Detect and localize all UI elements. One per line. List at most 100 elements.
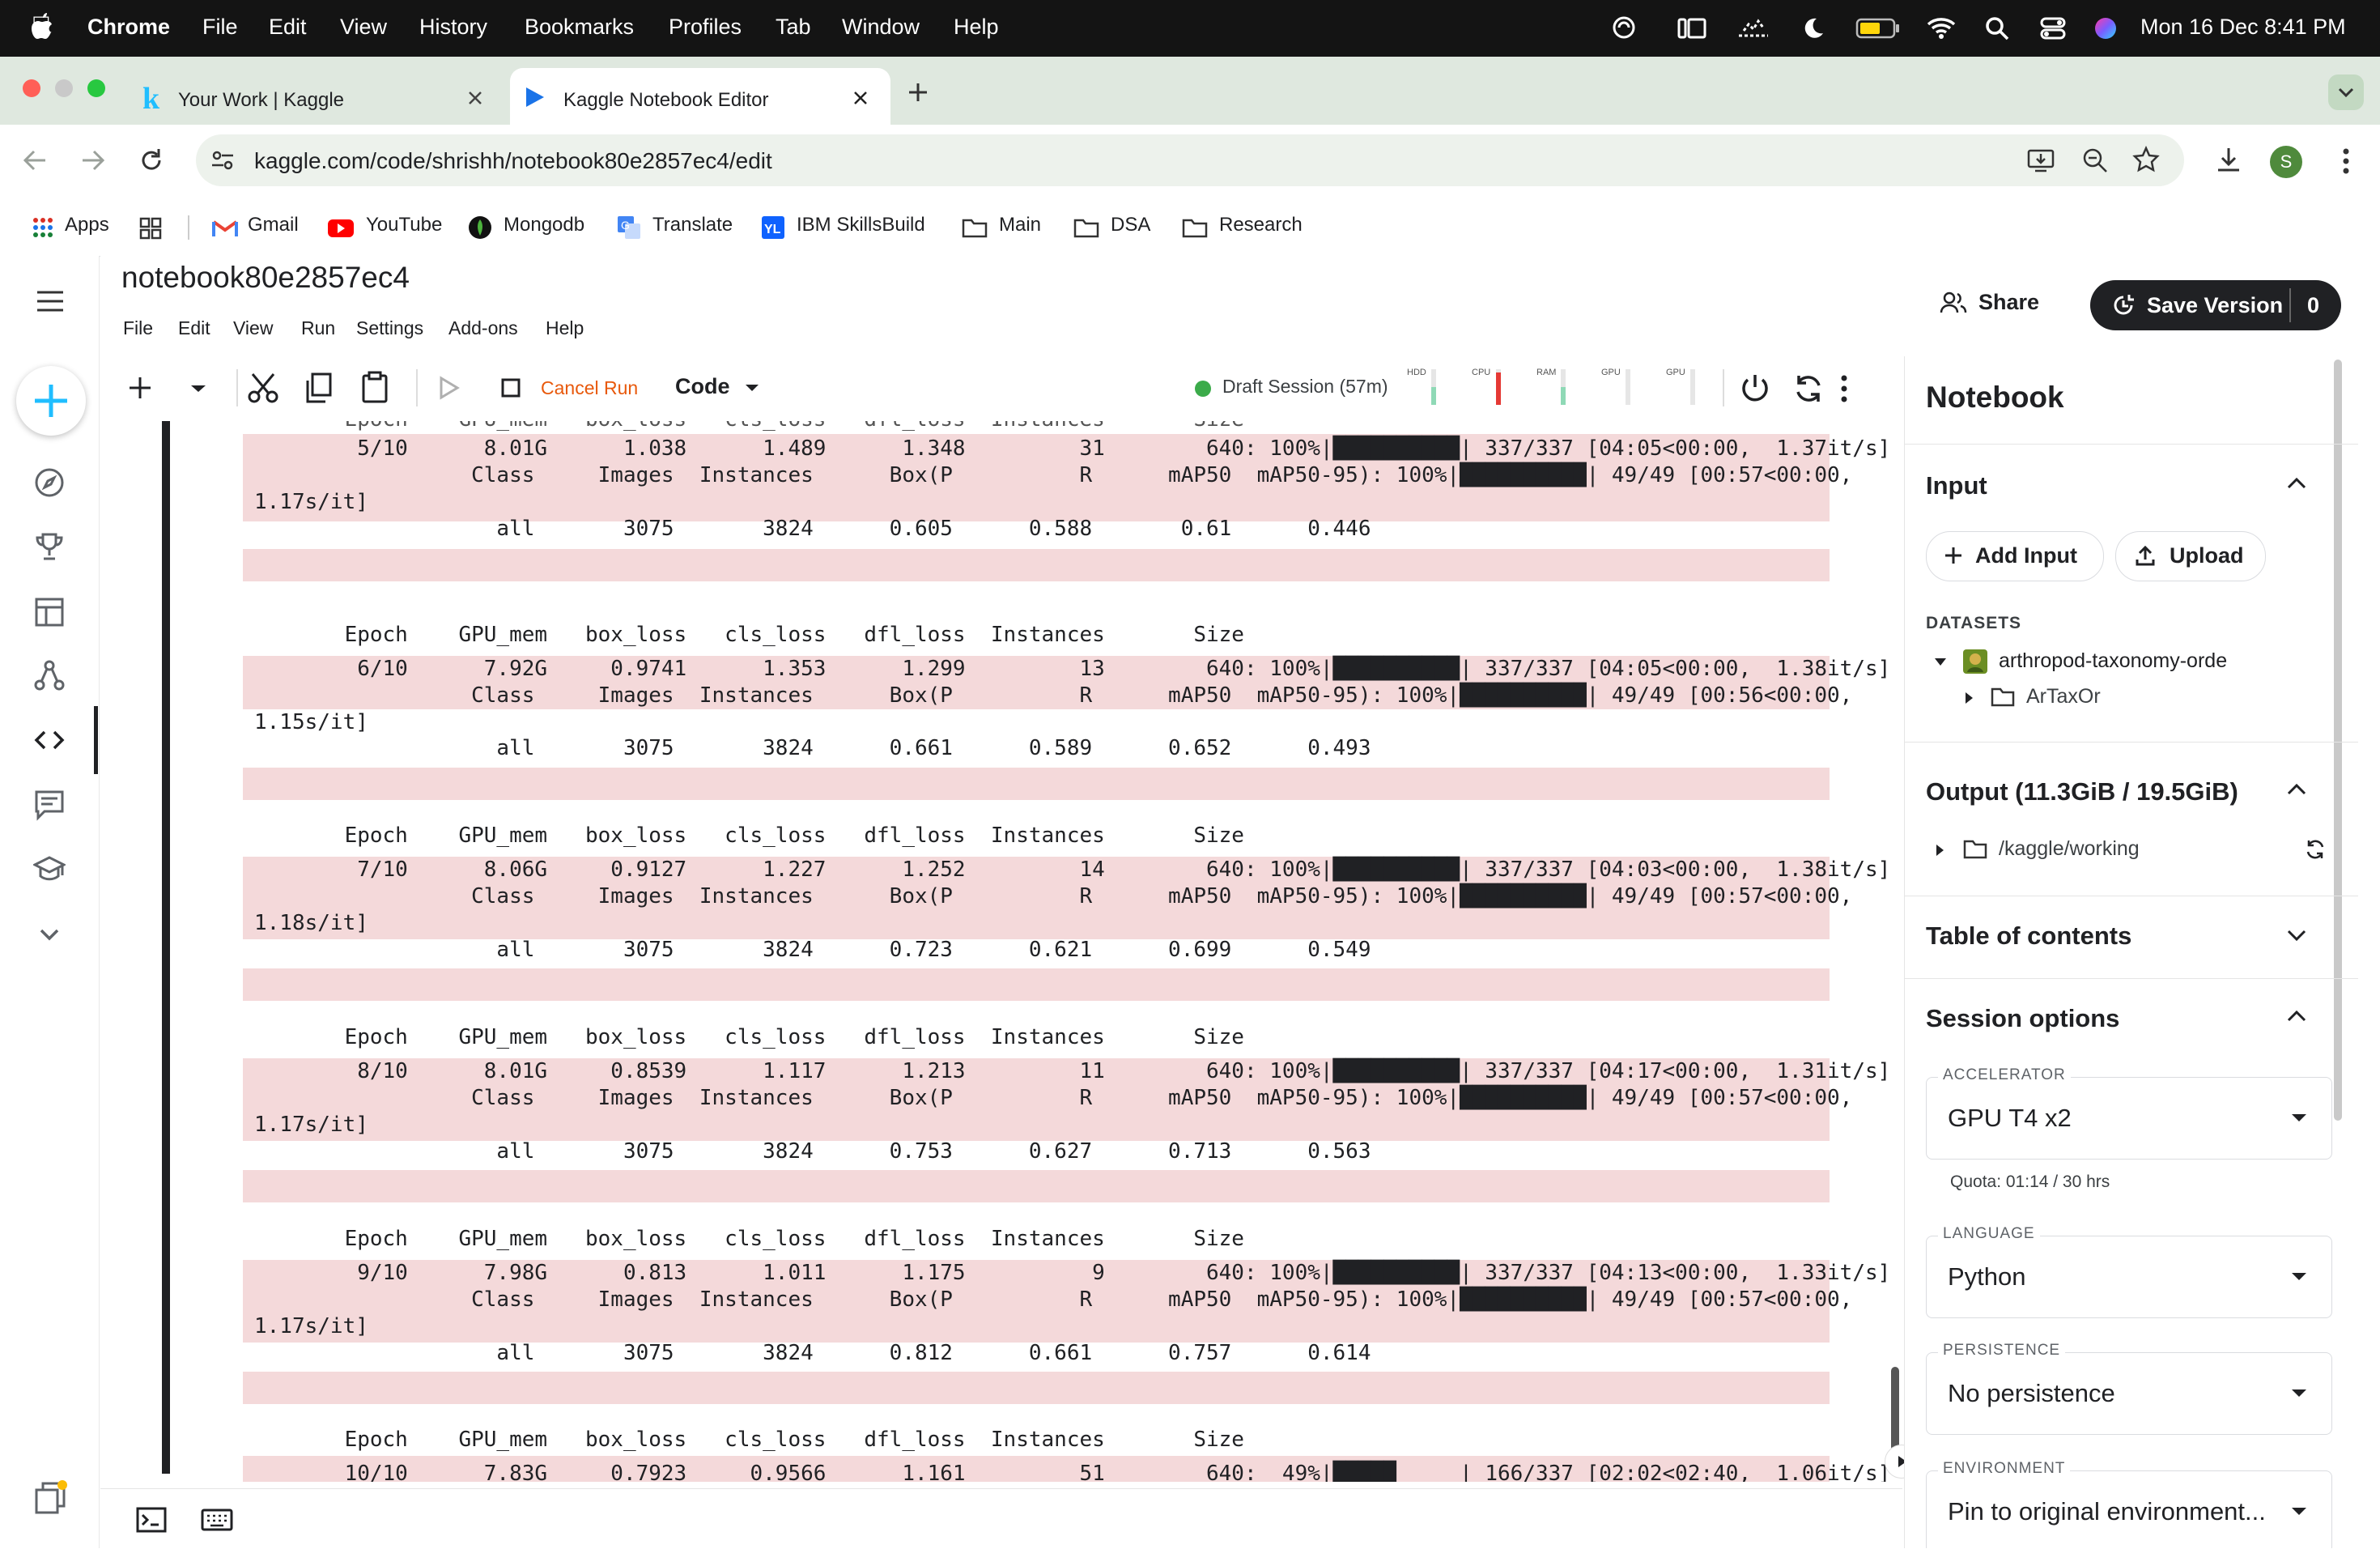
window-zoom-button[interactable] xyxy=(87,79,105,97)
address-bar[interactable]: kaggle.com/code/shrishh/notebook80e2857e… xyxy=(196,134,2184,186)
chevron-up-icon[interactable] xyxy=(2287,1009,2306,1022)
session-options-heading[interactable]: Session options xyxy=(1926,1004,2119,1033)
sync-status-icon[interactable] xyxy=(1613,16,1635,39)
notifications-copy-icon[interactable] xyxy=(33,1480,69,1516)
reload-icon[interactable] xyxy=(139,147,164,173)
nb-menu-help[interactable]: Help xyxy=(546,317,584,339)
window-close-button[interactable] xyxy=(23,79,40,97)
language-select[interactable]: LANGUAGE Python xyxy=(1926,1225,2332,1318)
add-input-button[interactable]: Add Input xyxy=(1926,531,2104,581)
datasets-table-icon[interactable] xyxy=(33,596,66,628)
keyboard-shortcuts-icon[interactable] xyxy=(201,1509,233,1531)
nb-menu-run[interactable]: Run xyxy=(301,317,335,339)
menubar-app-name[interactable]: Chrome xyxy=(87,15,170,40)
refresh-output-icon[interactable] xyxy=(2305,839,2326,860)
profile-avatar[interactable]: S xyxy=(2270,146,2302,178)
toc-section-heading[interactable]: Table of contents xyxy=(1926,921,2131,951)
nb-menu-edit[interactable]: Edit xyxy=(178,317,210,339)
add-cell-dropdown-icon[interactable] xyxy=(189,384,207,394)
forward-icon[interactable] xyxy=(81,149,105,172)
cell-output[interactable]: Epoch GPU_mem box_loss cls_loss dfl_loss… xyxy=(100,421,1902,1482)
bookmark-folder-main[interactable]: Main xyxy=(999,214,1041,236)
focus-moon-icon[interactable] xyxy=(1800,16,1825,40)
battery-icon[interactable] xyxy=(1855,18,1901,39)
dataset-name[interactable]: arthropod-taxonomy-orde xyxy=(1999,649,2227,673)
compass-icon[interactable] xyxy=(33,466,66,499)
nb-menu-addons[interactable]: Add-ons xyxy=(448,317,518,339)
bookmark-folder-research[interactable]: Research xyxy=(1219,214,1303,236)
menubar-bookmarks[interactable]: Bookmarks xyxy=(525,15,634,40)
bookmark-translate[interactable]: Translate xyxy=(652,214,733,236)
display-mirroring-icon[interactable] xyxy=(1677,18,1706,39)
tab-notebook-editor[interactable]: Kaggle Notebook Editor xyxy=(510,68,890,125)
back-icon[interactable] xyxy=(23,149,47,172)
tab-groups-icon[interactable] xyxy=(139,217,162,240)
control-center-icon[interactable] xyxy=(2040,16,2066,40)
bookmark-mongodb[interactable]: Mongodb xyxy=(504,214,584,236)
expand-tree-icon[interactable] xyxy=(1965,692,1974,704)
share-button[interactable]: Share xyxy=(1940,280,2061,326)
nb-menu-file[interactable]: File xyxy=(123,317,153,339)
tab-close-icon[interactable] xyxy=(853,91,868,105)
more-vert-icon[interactable] xyxy=(1839,374,1849,403)
paste-cell-icon[interactable] xyxy=(361,371,389,403)
persistence-select[interactable]: PERSISTENCE No persistence xyxy=(1926,1342,2332,1435)
nb-menu-settings[interactable]: Settings xyxy=(356,317,423,339)
chevron-up-icon[interactable] xyxy=(2287,782,2306,795)
cpu-meter[interactable]: CPU xyxy=(1472,363,1520,408)
save-version-button[interactable]: Save Version 0 xyxy=(2090,280,2341,330)
input-section-heading[interactable]: Input xyxy=(1926,471,1987,500)
accelerator-select[interactable]: ACCELERATOR GPU T4 x2 xyxy=(1926,1066,2332,1160)
wifi-icon[interactable] xyxy=(1927,16,1956,39)
new-tab-icon[interactable] xyxy=(907,81,929,104)
learn-icon[interactable] xyxy=(33,853,66,886)
window-minimize-button[interactable] xyxy=(55,79,73,97)
run-cell-icon[interactable] xyxy=(439,376,460,400)
activity-icon[interactable] xyxy=(1737,18,1770,39)
nb-menu-view[interactable]: View xyxy=(233,317,273,339)
expand-tree-icon[interactable] xyxy=(1936,844,1945,857)
ram-meter[interactable]: RAM xyxy=(1536,363,1585,408)
menubar-view[interactable]: View xyxy=(340,15,387,40)
cell-type-select[interactable]: Code xyxy=(675,374,730,399)
bookmark-youtube[interactable]: YouTube xyxy=(366,214,442,236)
siri-icon[interactable] xyxy=(2093,16,2118,40)
menubar-file[interactable]: File xyxy=(202,15,238,40)
menubar-window[interactable]: Window xyxy=(842,15,920,40)
output-scrollbar-thumb[interactable] xyxy=(1891,1367,1899,1451)
hdd-meter[interactable]: HDD xyxy=(1407,363,1456,408)
install-app-icon[interactable] xyxy=(2027,147,2055,173)
environment-select[interactable]: ENVIRONMENT Pin to original environment.… xyxy=(1926,1460,2332,1548)
models-icon[interactable] xyxy=(33,659,66,692)
downloads-icon[interactable] xyxy=(2215,146,2242,173)
code-icon[interactable] xyxy=(33,724,66,756)
power-icon[interactable] xyxy=(1739,372,1771,405)
chevron-down-icon[interactable] xyxy=(2287,930,2306,943)
tab-your-work[interactable]: k Your Work | Kaggle xyxy=(128,68,500,125)
console-icon[interactable] xyxy=(136,1507,167,1533)
cancel-run-button[interactable]: Cancel Run xyxy=(541,377,638,399)
bookmark-gmail[interactable]: Gmail xyxy=(248,214,299,236)
cut-cell-icon[interactable] xyxy=(248,372,278,403)
tab-close-icon[interactable] xyxy=(468,91,482,105)
session-status[interactable]: Draft Session (57m) xyxy=(1222,376,1388,398)
cell-type-dropdown-icon[interactable] xyxy=(745,384,759,392)
bookmark-folder-dsa[interactable]: DSA xyxy=(1111,214,1150,236)
discussion-icon[interactable] xyxy=(33,789,66,821)
menubar-edit[interactable]: Edit xyxy=(269,15,307,40)
expand-more-icon[interactable] xyxy=(33,918,66,951)
menubar-help[interactable]: Help xyxy=(954,15,999,40)
add-cell-icon[interactable] xyxy=(128,376,152,400)
create-button[interactable] xyxy=(16,366,86,436)
apple-logo-icon[interactable] xyxy=(31,11,55,40)
gpu-meter[interactable]: GPU xyxy=(1601,363,1650,408)
panel-scrollbar-thumb[interactable] xyxy=(2334,360,2342,1121)
more-menu-icon[interactable] xyxy=(2341,147,2351,175)
menubar-profiles[interactable]: Profiles xyxy=(669,15,742,40)
stop-icon[interactable] xyxy=(500,377,521,398)
bookmark-star-icon[interactable] xyxy=(2132,146,2160,173)
spotlight-search-icon[interactable] xyxy=(1985,16,2009,40)
output-folder-name[interactable]: /kaggle/working xyxy=(1999,837,2140,861)
site-info-icon[interactable] xyxy=(210,149,235,172)
output-section-heading[interactable]: Output (11.3GiB / 19.5GiB) xyxy=(1926,777,2238,806)
